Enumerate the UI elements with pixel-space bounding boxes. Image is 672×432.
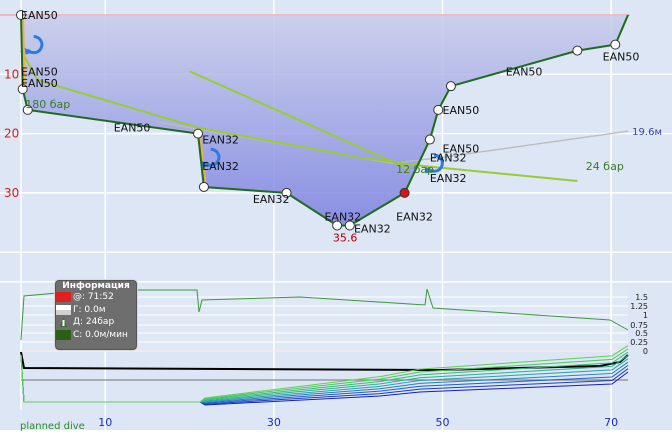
info-row-depth: Г: 0.0м	[55, 304, 137, 317]
waypoint-marker	[424, 134, 435, 145]
ppo2-tick-label: 1	[643, 311, 648, 320]
waypoint-marker	[193, 128, 204, 139]
x-tick-label: 50	[436, 416, 450, 429]
gas-label: EAN50	[21, 9, 58, 22]
gas-label: EAN50	[114, 122, 151, 135]
waypoint-marker	[399, 187, 410, 198]
gas-label: EAN32	[202, 134, 239, 147]
gas-label: EAN50	[443, 104, 480, 117]
ppo2-tick-label: 1.25	[630, 302, 648, 311]
gas-label: EAN50	[603, 51, 640, 64]
info-panel[interactable]: Информация @: 71:52 Г: 0.0м Д: 24бар С: …	[54, 279, 138, 351]
x-tick-label: 30	[267, 416, 281, 429]
gas-label: EAN50	[506, 65, 543, 78]
waypoint-marker	[610, 39, 621, 50]
ppo2-tick-label: 0.25	[630, 338, 648, 347]
ppo2-tick-label: 1.5	[635, 293, 648, 302]
footer-label: planned dive	[20, 421, 85, 432]
chart-annotation: 24 бар	[586, 160, 624, 173]
y-tick-label: 30	[4, 186, 19, 200]
waypoint-marker	[572, 45, 583, 56]
x-tick-label: 70	[604, 416, 618, 429]
pressure-tank-icon	[60, 317, 67, 328]
ppo2-tick-label: 0.5	[635, 329, 648, 338]
info-row-time: @: 71:52	[55, 291, 137, 304]
info-row-speed: С: 0.0м/мин	[55, 329, 137, 342]
ppo2-tick-label: 0	[643, 347, 648, 356]
waypoint-marker	[198, 181, 209, 192]
clock-flag-icon	[56, 292, 71, 303]
info-row-pressure: Д: 24бар	[55, 316, 137, 329]
gas-label: EAN32	[253, 193, 290, 206]
waypoint-marker	[433, 104, 444, 115]
chart-annotation: 12 бар	[396, 163, 434, 176]
y-tick-label: 20	[4, 127, 19, 141]
info-pressure-text: Д: 24бар	[73, 317, 115, 328]
gas-label: EAN32	[430, 172, 467, 185]
chart-annotation: 19.6м	[632, 127, 662, 138]
depth-flag-icon	[56, 304, 71, 315]
info-speed-text: С: 0.0м/мин	[73, 329, 128, 340]
info-depth-text: Г: 0.0м	[73, 304, 106, 315]
speed-flag-icon	[56, 329, 71, 340]
waypoint-marker	[445, 81, 456, 92]
x-tick-label: 10	[98, 416, 112, 429]
gas-label: EAN32	[354, 222, 391, 235]
chart-annotation: 35.6	[333, 231, 358, 244]
dive-profile-chart: EAN50 EAN50 EAN50 EAN50 EAN32 EAN32 EAN32 EAN32…	[0, 0, 672, 430]
chart-annotation: 180 бар	[25, 98, 70, 111]
y-tick-label: 10	[4, 67, 19, 81]
gas-label: EAN32	[396, 211, 433, 224]
gas-label: EAN50	[443, 142, 480, 155]
gas-label: EAN32	[202, 160, 239, 173]
gas-label: EAN50	[21, 77, 58, 90]
info-panel-title: Информация	[62, 281, 130, 291]
info-time-text: @: 71:52	[73, 292, 114, 303]
